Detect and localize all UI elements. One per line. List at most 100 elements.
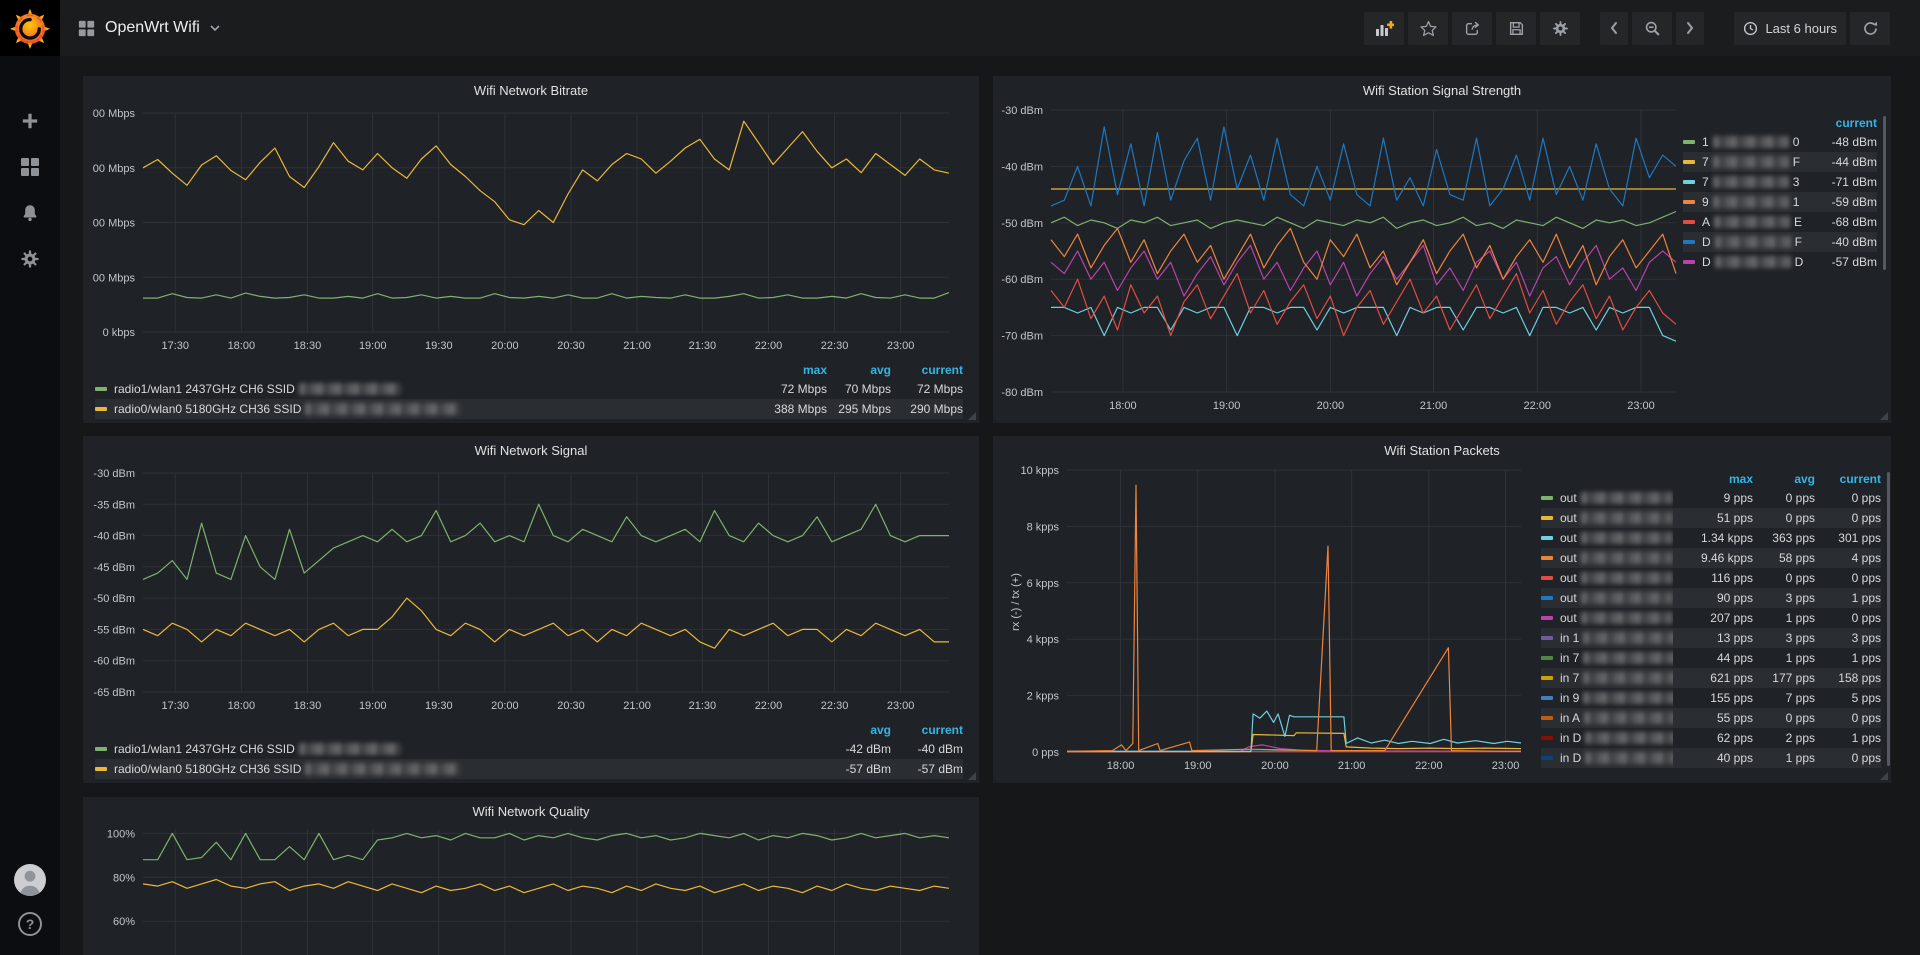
- legend-row[interactable]: outE116 pps0 pps0 pps: [1541, 568, 1881, 588]
- add-panel-button[interactable]: [1364, 11, 1405, 45]
- chart-wifi-network-bitrate[interactable]: 17:30 18:00 18:30 19:00 19:30 20:00 20:30 21:00…: [87, 101, 963, 358]
- legend-column-avg[interactable]: avg: [827, 721, 891, 739]
- series-color-swatch[interactable]: [1541, 716, 1553, 720]
- series-color-swatch[interactable]: [1541, 756, 1553, 760]
- legend-row[interactable]: in D 40 pps 1 pps 0 pps: [1541, 748, 1881, 768]
- legend-column-current[interactable]: current: [1807, 114, 1877, 132]
- legend-row[interactable]: in 9 155 pps 7 pps 5 pps: [1541, 688, 1881, 708]
- series-color-swatch[interactable]: [95, 407, 107, 411]
- series-color-swatch[interactable]: [95, 747, 107, 751]
- legend-column-current[interactable]: current: [891, 361, 963, 379]
- series-color-swatch[interactable]: [1683, 240, 1695, 244]
- legend-row[interactable]: in D 62 pps 2 pps 1 pps: [1541, 728, 1881, 748]
- panel-resize-handle[interactable]: [968, 772, 976, 780]
- legend-column-avg[interactable]: avg: [1753, 470, 1815, 488]
- redacted-text: [1712, 196, 1789, 208]
- chart-wifi-network-signal[interactable]: 17:30 18:00 18:30 19:00 19:30 20:00 20:30 21:00…: [93, 461, 963, 718]
- series-color-swatch[interactable]: [1541, 656, 1553, 660]
- series-color-swatch[interactable]: [1541, 676, 1553, 680]
- dashboard-settings-button[interactable]: [1540, 11, 1581, 45]
- grafana-logo[interactable]: [0, 0, 60, 56]
- time-range-picker[interactable]: Last 6 hours: [1734, 11, 1846, 45]
- legend-column-max[interactable]: max: [749, 361, 827, 379]
- series-color-swatch[interactable]: [1683, 200, 1695, 204]
- legend-row[interactable]: 1 0 -48 dBm: [1683, 132, 1877, 152]
- legend-column-max[interactable]: max: [1673, 470, 1753, 488]
- legend-row[interactable]: radio1/wlan1 2437GHz CH6 SSID -42 dBm -40 …: [95, 739, 963, 759]
- svg-text:21:00: 21:00: [623, 340, 651, 352]
- series-color-swatch[interactable]: [1541, 696, 1553, 700]
- legend-row[interactable]: D D -57 dBm: [1683, 252, 1877, 272]
- chart-wifi-station-packets[interactable]: 18:00 19:00 20:00 21:00 22:00 23:00 10 kpps 8 k…: [1001, 458, 1529, 778]
- user-avatar[interactable]: [12, 864, 48, 896]
- legend-column-avg[interactable]: avg: [827, 361, 891, 379]
- legend-value: 55 pps: [1716, 711, 1753, 725]
- series-color-swatch[interactable]: [1683, 160, 1695, 164]
- sidebar-item-dashboards[interactable]: [12, 152, 48, 182]
- redacted-text: [1585, 752, 1673, 764]
- series-color-swatch[interactable]: [1683, 260, 1695, 264]
- series-color-swatch[interactable]: [1541, 556, 1553, 560]
- sidebar-item-alerting[interactable]: [12, 198, 48, 228]
- star-dashboard-button[interactable]: [1408, 11, 1449, 45]
- legend-row[interactable]: outF90 pps3 pps1 pps: [1541, 588, 1881, 608]
- legend-row[interactable]: outF51 pps0 pps0 pps: [1541, 508, 1881, 528]
- panel-title[interactable]: Wifi Network Signal: [83, 443, 979, 458]
- series-color-swatch[interactable]: [1541, 596, 1553, 600]
- series-color-swatch[interactable]: [1541, 496, 1553, 500]
- legend-row[interactable]: out 9 pps 0 pps 0 pps: [1541, 488, 1881, 508]
- refresh-button[interactable]: [1850, 11, 1890, 45]
- series-color-swatch[interactable]: [1683, 140, 1695, 144]
- panel-title[interactable]: Wifi Network Quality: [83, 804, 979, 819]
- legend-row[interactable]: outD207 pps1 pps0 pps: [1541, 608, 1881, 628]
- series-color-swatch[interactable]: [1541, 616, 1553, 620]
- series-color-swatch[interactable]: [1541, 536, 1553, 540]
- series-color-swatch[interactable]: [1683, 220, 1695, 224]
- legend-column-current[interactable]: current: [1815, 470, 1881, 488]
- svg-text:-30 dBm: -30 dBm: [93, 468, 135, 480]
- legend-row[interactable]: 9 1 -59 dBm: [1683, 192, 1877, 212]
- legend-row[interactable]: A E -68 dBm: [1683, 212, 1877, 232]
- legend-column-current[interactable]: current: [891, 721, 963, 739]
- legend-row[interactable]: in A 55 pps 0 pps 0 pps: [1541, 708, 1881, 728]
- legend-row[interactable]: out31.34 kpps363 pps301 pps: [1541, 528, 1881, 548]
- breadcrumb[interactable]: OpenWrt Wifi: [78, 19, 220, 37]
- panel-title[interactable]: Wifi Network Bitrate: [83, 83, 979, 98]
- series-color-swatch[interactable]: [1541, 736, 1553, 740]
- help-button[interactable]: ?: [12, 909, 48, 939]
- legend-row[interactable]: radio0/wlan0 5180GHz CH36 SSID -57 dBm -57…: [95, 759, 963, 779]
- sidebar-item-configuration[interactable]: [12, 244, 48, 274]
- legend-row[interactable]: radio1/wlan1 2437GHz CH6 SSID 72 Mbps 70 M…: [95, 379, 963, 399]
- chart-wifi-network-quality[interactable]: 17:3018:0018:3019:0019:3020:0020:3021:00…: [93, 822, 963, 955]
- share-dashboard-button[interactable]: [1452, 11, 1493, 45]
- panel-wifi-network-quality: Wifi Network Quality 17:3018:0018:3019:0…: [82, 796, 980, 955]
- legend-row[interactable]: radio0/wlan0 5180GHz CH36 SSID 388 Mbps 29…: [95, 399, 963, 419]
- series-color-swatch[interactable]: [95, 387, 107, 391]
- sidebar-item-create[interactable]: [12, 106, 48, 136]
- legend-row[interactable]: in 7 621 pps 177 pps 158 pps: [1541, 668, 1881, 688]
- series-color-swatch[interactable]: [1683, 180, 1695, 184]
- save-dashboard-button[interactable]: [1496, 11, 1537, 45]
- gear-icon: [21, 250, 39, 268]
- legend-value: -40 dBm: [1831, 235, 1877, 249]
- panel-title[interactable]: Wifi Station Packets: [993, 443, 1891, 458]
- svg-text:-80 dBm: -80 dBm: [1001, 387, 1043, 399]
- zoom-out-time-button[interactable]: [1632, 11, 1673, 45]
- legend-row[interactable]: in 7 44 pps 1 pps 1 pps: [1541, 648, 1881, 668]
- panel-resize-handle[interactable]: [1880, 412, 1888, 420]
- legend-row[interactable]: in 1 13 pps 3 pps 3 pps: [1541, 628, 1881, 648]
- move-time-forward-button[interactable]: [1676, 11, 1705, 45]
- legend-row[interactable]: 7 F -44 dBm: [1683, 152, 1877, 172]
- series-color-swatch[interactable]: [1541, 576, 1553, 580]
- series-color-swatch[interactable]: [1541, 636, 1553, 640]
- series-color-swatch[interactable]: [1541, 516, 1553, 520]
- panel-resize-handle[interactable]: [968, 412, 976, 420]
- legend-row[interactable]: 7 3 -71 dBm: [1683, 172, 1877, 192]
- panel-resize-handle[interactable]: [1880, 772, 1888, 780]
- move-time-back-button[interactable]: [1600, 11, 1629, 45]
- legend-row[interactable]: D F -40 dBm: [1683, 232, 1877, 252]
- series-color-swatch[interactable]: [95, 767, 107, 771]
- panel-title[interactable]: Wifi Station Signal Strength: [993, 83, 1891, 98]
- legend-row[interactable]: out19.46 kpps58 pps4 pps: [1541, 548, 1881, 568]
- chart-wifi-station-signal-strength[interactable]: 18:00 19:00 20:00 21:00 22:00 23:00 -30 dBm -40…: [1001, 98, 1684, 418]
